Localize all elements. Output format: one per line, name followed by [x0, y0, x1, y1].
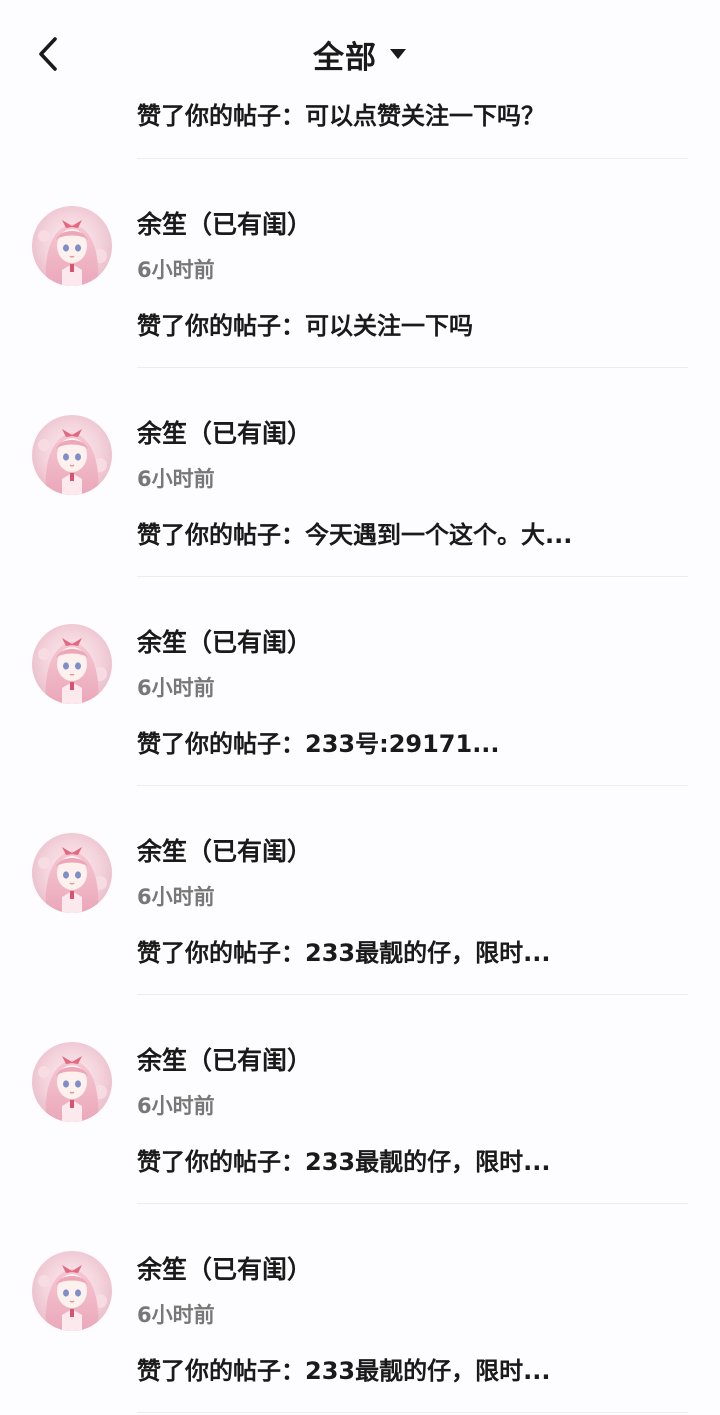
notification-item[interactable]: 余笙（已有闺） 6小时前 赞了你的帖子：233最靓的仔，限时...: [0, 1204, 720, 1413]
timestamp: 6小时前: [137, 1094, 215, 1118]
user-name[interactable]: 余笙（已有闺）: [137, 205, 312, 241]
user-name[interactable]: 余笙（已有闺）: [137, 1041, 312, 1077]
page-title: 全部: [313, 39, 377, 76]
caret-down-icon: [390, 49, 406, 59]
user-name[interactable]: 余笙（已有闺）: [137, 832, 312, 868]
avatar-image: [32, 833, 112, 913]
avatar[interactable]: [32, 415, 112, 495]
timestamp: 6小时前: [137, 258, 215, 282]
notification-message[interactable]: 赞了你的帖子：233最靓的仔，限时...: [137, 1142, 550, 1177]
avatar-image: [32, 1251, 112, 1331]
avatar[interactable]: [32, 624, 112, 704]
timestamp: 6小时前: [137, 467, 215, 491]
timestamp: 6小时前: [137, 885, 215, 909]
avatar[interactable]: [32, 833, 112, 913]
timestamp: 6小时前: [137, 676, 215, 700]
avatar-image: [32, 624, 112, 704]
user-name[interactable]: 余笙（已有闺）: [137, 623, 312, 659]
notification-message[interactable]: 赞了你的帖子：今天遇到一个这个。大...: [137, 515, 572, 550]
notification-list: 余笙（已有闺） 6小时前 赞了你的帖子：可以关注一下吗 余笙（已有闺） 6小时前…: [0, 159, 720, 1413]
user-name[interactable]: 余笙（已有闺）: [137, 1250, 312, 1286]
notification-item[interactable]: 余笙（已有闺） 6小时前 赞了你的帖子：今天遇到一个这个。大...: [0, 368, 720, 577]
divider: [137, 1412, 688, 1413]
user-name[interactable]: 余笙（已有闺）: [137, 414, 312, 450]
notification-item[interactable]: 余笙（已有闺） 6小时前 赞了你的帖子：233最靓的仔，限时...: [0, 995, 720, 1204]
avatar[interactable]: [32, 1251, 112, 1331]
top-bar: 全部: [0, 0, 720, 100]
avatar[interactable]: [32, 1042, 112, 1122]
avatar-image: [32, 1042, 112, 1122]
avatar-image: [32, 415, 112, 495]
notification-item[interactable]: 余笙（已有闺） 6小时前 赞了你的帖子：233最靓的仔，限时...: [0, 786, 720, 995]
avatar[interactable]: [32, 206, 112, 286]
notification-item[interactable]: 余笙（已有闺） 6小时前 赞了你的帖子：233号:29171...: [0, 577, 720, 786]
notification-message[interactable]: 赞了你的帖子：可以关注一下吗: [137, 306, 473, 341]
avatar-image: [32, 206, 112, 286]
notification-message[interactable]: 赞了你的帖子：233号:29171...: [137, 724, 500, 759]
filter-dropdown[interactable]: 全部: [0, 30, 720, 78]
notifications-page: 全部 赞了你的帖子：可以点赞关注一下吗？ 余笙（已有闺） 6小时前 赞了你的帖子…: [0, 0, 720, 1415]
notification-item[interactable]: 余笙（已有闺） 6小时前 赞了你的帖子：可以关注一下吗: [0, 159, 720, 368]
notification-message[interactable]: 赞了你的帖子：233最靓的仔，限时...: [137, 933, 550, 968]
timestamp: 6小时前: [137, 1303, 215, 1327]
notification-message[interactable]: 赞了你的帖子：233最靓的仔，限时...: [137, 1351, 550, 1386]
previous-item-message[interactable]: 赞了你的帖子：可以点赞关注一下吗？: [137, 96, 545, 131]
